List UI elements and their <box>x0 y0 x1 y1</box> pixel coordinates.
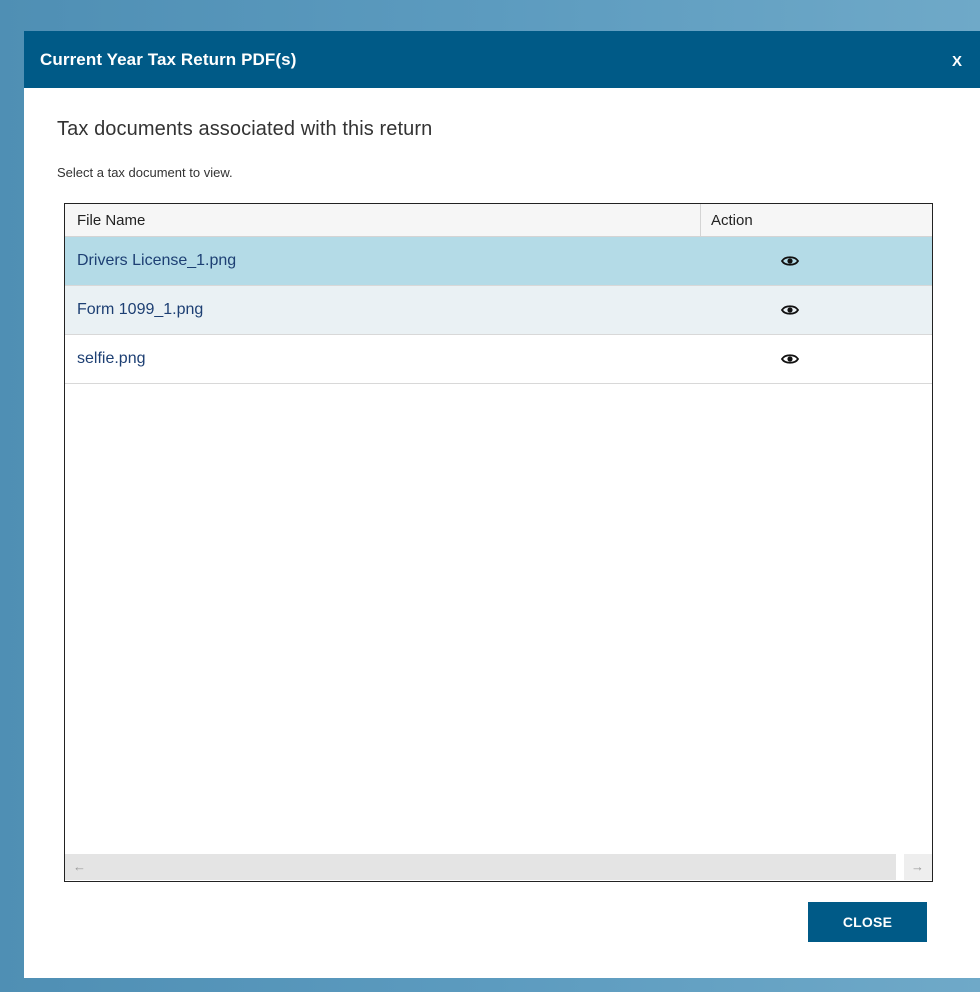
eye-icon[interactable] <box>781 255 799 267</box>
dialog-header: Current Year Tax Return PDF(s) X <box>24 31 980 88</box>
close-button[interactable]: CLOSE <box>808 902 927 942</box>
eye-icon[interactable] <box>781 353 799 365</box>
action-cell <box>701 286 932 334</box>
file-name-cell[interactable]: Drivers License_1.png <box>65 237 701 285</box>
instruction-text: Select a tax document to view. <box>57 165 233 180</box>
scrollbar-track[interactable] <box>65 854 896 880</box>
documents-grid: File Name Action Drivers License_1.png F… <box>64 203 933 882</box>
file-name-cell[interactable]: Form 1099_1.png <box>65 286 701 334</box>
action-cell <box>701 237 932 285</box>
close-x-button[interactable]: X <box>948 49 966 70</box>
section-heading: Tax documents associated with this retur… <box>57 118 433 140</box>
file-name-cell[interactable]: selfie.png <box>65 335 701 383</box>
dialog-content: Tax documents associated with this retur… <box>57 88 980 180</box>
eye-icon[interactable] <box>781 304 799 316</box>
arrow-left-icon[interactable]: ← <box>73 859 86 874</box>
table-row[interactable]: selfie.png <box>65 335 932 384</box>
column-header-action[interactable]: Action <box>701 204 932 236</box>
tax-return-dialog: Current Year Tax Return PDF(s) X Tax doc… <box>24 31 980 978</box>
column-header-file-name[interactable]: File Name <box>65 204 701 236</box>
action-cell <box>701 335 932 383</box>
horizontal-scrollbar[interactable]: ← → <box>65 853 932 881</box>
grid-header: File Name Action <box>65 204 932 237</box>
table-row[interactable]: Drivers License_1.png <box>65 237 932 286</box>
table-row[interactable]: Form 1099_1.png <box>65 286 932 335</box>
dialog-title: Current Year Tax Return PDF(s) <box>40 49 297 69</box>
arrow-right-icon[interactable]: → <box>911 859 924 874</box>
